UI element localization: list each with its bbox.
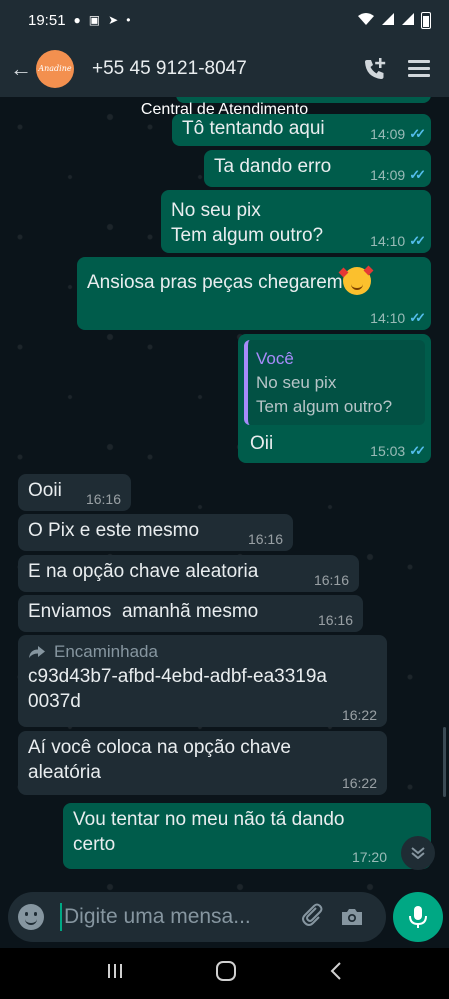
signal-icon: [381, 12, 395, 29]
more-notifications-icon: •: [126, 13, 131, 27]
message-bubble-in[interactable]: Ooii 16:16: [18, 474, 131, 511]
emoji-icon[interactable]: [18, 904, 44, 930]
phone-plus-icon: [365, 57, 386, 79]
read-ticks-icon: ✓✓: [409, 310, 426, 325]
signal-icon-2: [401, 12, 415, 29]
message-bubble-reply[interactable]: Você No seu pix Tem algum outro? Oii 15:…: [238, 334, 431, 463]
message-bubble-in[interactable]: Enviamos amanhã mesmo 16:16: [18, 595, 363, 632]
read-ticks-icon: ✓✓: [409, 443, 426, 458]
chevron-double-down-icon: [411, 847, 425, 859]
status-bar: 19:51 ● ▣ ➤ •: [0, 0, 449, 40]
message-bubble-in[interactable]: O Pix e este mesmo 16:16: [18, 514, 293, 551]
menu-button[interactable]: [395, 56, 443, 81]
message-text-line: c93d43b7-afbd-4ebd-adbf-ea3319a: [28, 666, 327, 687]
quoted-message[interactable]: Você No seu pix Tem algum outro?: [244, 340, 425, 425]
chat-header: ← Anadine +55 45 9121-8047: [0, 40, 449, 97]
message-composer: [0, 892, 449, 944]
home-button[interactable]: [215, 960, 237, 987]
message-time: 16:16: [247, 531, 283, 547]
smiling-face-with-hearts-icon: [338, 265, 374, 295]
message-text-line: aleatória: [28, 762, 101, 783]
quote-author: Você: [256, 349, 294, 368]
message-bubble-out[interactable]: Ansiosa pras peças chegarem 14:10 ✓✓: [77, 257, 431, 330]
message-text-line: No seu pix: [171, 200, 261, 221]
message-time: 16:16: [313, 572, 349, 588]
message-bubble-out[interactable]: Vou tentar no meu não tá dando certo 17:…: [63, 803, 431, 869]
message-input-box[interactable]: [8, 892, 386, 942]
recent-apps-icon: [107, 964, 122, 978]
microphone-icon: [409, 906, 427, 928]
message-bubble-out[interactable]: No seu pix Tem algum outro? 14:10 ✓✓: [161, 190, 431, 253]
read-ticks-icon: ✓✓: [409, 126, 426, 141]
telegram-notification-icon: ➤: [108, 13, 119, 27]
back-chevron-icon: [330, 962, 341, 980]
chat-area[interactable]: Central de Atendimento Tô tentando aqui …: [0, 97, 449, 892]
voice-message-button[interactable]: [393, 892, 443, 942]
camera-button[interactable]: [332, 907, 372, 927]
quote-text-line: No seu pix: [256, 373, 337, 392]
message-text-row: Ansiosa pras peças chegarem: [87, 261, 421, 297]
attach-button[interactable]: [292, 902, 332, 932]
add-call-button[interactable]: [355, 56, 395, 82]
menu-icon: [408, 56, 430, 81]
camera-icon: [342, 909, 362, 925]
message-bubble-forwarded[interactable]: Encaminhada c93d43b7-afbd-4ebd-adbf-ea33…: [18, 635, 387, 727]
message-text-line: Vou tentar no meu não tá dando: [73, 809, 345, 830]
message-text-line: 0037d: [28, 691, 81, 712]
battery-icon: [421, 11, 431, 29]
wifi-icon: [357, 12, 375, 29]
message-bubble-in[interactable]: Aí você coloca na opção chave aleatória …: [18, 731, 387, 795]
status-time: 19:51: [28, 11, 66, 29]
message-time: 14:09 ✓✓: [370, 126, 426, 142]
message-time: 14:10 ✓✓: [370, 233, 426, 249]
message-time: 16:16: [85, 491, 121, 507]
message-time: 16:16: [317, 612, 353, 628]
business-label: Central de Atendimento: [140, 101, 309, 118]
forwarded-label: Encaminhada: [28, 639, 377, 664]
scrollbar[interactable]: [443, 727, 446, 797]
gallery-notification-icon: ▣: [88, 13, 101, 27]
recent-apps-button[interactable]: [106, 962, 124, 985]
message-time: 14:09 ✓✓: [370, 167, 426, 183]
message-text: Enviamos amanhã mesmo: [28, 601, 259, 622]
message-text: E na opção chave aleatoria: [28, 561, 259, 582]
avatar[interactable]: Anadine: [36, 49, 74, 88]
back-arrow-icon[interactable]: ←: [6, 56, 36, 82]
system-navigation-bar: [0, 948, 449, 999]
avatar-logo-text: Anadine: [38, 64, 72, 73]
message-bubble-in[interactable]: E na opção chave aleatoria 16:16: [18, 555, 359, 592]
message-text: Ansiosa pras peças chegarem: [87, 272, 343, 294]
message-time: 16:22: [341, 775, 377, 791]
message-time: 17:20: [351, 849, 387, 865]
read-ticks-icon: ✓✓: [409, 233, 426, 248]
back-button[interactable]: [329, 961, 343, 986]
quote-text-line: Tem algum outro?: [256, 397, 393, 416]
message-time: 15:03 ✓✓: [370, 443, 426, 459]
scroll-down-button[interactable]: [401, 836, 435, 870]
paperclip-icon: [302, 903, 323, 926]
facebook-notification-icon: ●: [73, 13, 81, 27]
message-text: O Pix e este mesmo: [28, 520, 200, 541]
contact-name[interactable]: +55 45 9121-8047: [92, 58, 247, 80]
message-input[interactable]: [62, 905, 292, 929]
home-icon: [216, 961, 237, 981]
message-bubble-out[interactable]: Ta dando erro 14:09 ✓✓: [204, 150, 431, 187]
message-time: 14:10 ✓✓: [370, 310, 426, 326]
message-text-line: Aí você coloca na opção chave: [28, 737, 292, 758]
forward-arrow-icon: [29, 645, 45, 658]
read-ticks-icon: ✓✓: [409, 167, 426, 182]
message-time: 16:22: [341, 707, 377, 723]
